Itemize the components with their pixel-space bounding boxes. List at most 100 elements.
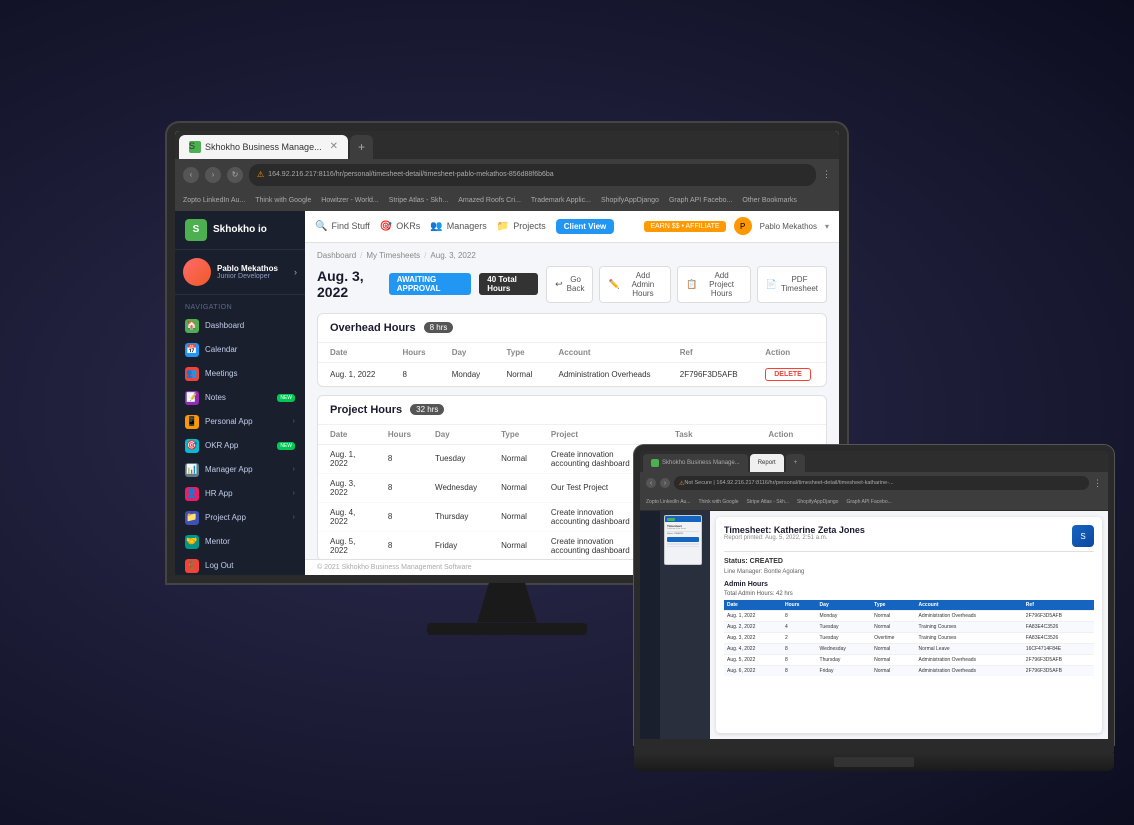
report-table: Date Hours Day Type Account Ref [724, 600, 1094, 676]
proj-row3-date: Aug. 4, 2022 [318, 502, 376, 531]
url-bar[interactable]: ⚠ 164.92.216.217:8116/hr/personal/timesh… [249, 164, 816, 186]
overhead-row1-date: Aug. 1, 2022 [318, 362, 390, 386]
proj-row2-type: Normal [489, 473, 539, 502]
project-col-project: Project [539, 425, 663, 445]
tab-close[interactable]: ✕ [330, 141, 338, 152]
projects-icon: 📁 [497, 221, 509, 232]
laptop-tab-new[interactable]: + [786, 454, 806, 472]
report-thumbnail[interactable]: Timesheet Katherine Zeta Jones Status: C… [664, 515, 702, 565]
laptop-forward-btn[interactable]: › [660, 478, 670, 488]
r6-account: Administration Overheads [916, 666, 1023, 677]
back-button[interactable]: ‹ [183, 167, 199, 183]
r3-day: Tuesday [817, 633, 872, 644]
user-profile: Pablo Mekathos Junior Developer › [175, 250, 305, 295]
sidebar-item-label-hr: HR App [205, 489, 233, 498]
laptop-tab-1[interactable]: Skhokho Business Manage... [643, 454, 748, 472]
laptop-bk-3[interactable]: Stripe Atlas - Skh... [747, 499, 790, 505]
add-admin-hours-button[interactable]: ✏️ Add Admin Hours [599, 266, 671, 303]
okrs-btn[interactable]: 🎯 OKRs [380, 221, 420, 232]
pdf-icon: 📄 [766, 279, 777, 290]
laptop-tab-1-label: Skhokho Business Manage... [662, 460, 740, 466]
proj-row3-type: Normal [489, 502, 539, 531]
projects-btn[interactable]: 📁 Projects [497, 221, 546, 232]
bookmark-6[interactable]: Trademark Applic... [531, 197, 591, 204]
browser-tab-active[interactable]: S Skhokho Business Manage... ✕ [179, 135, 348, 159]
laptop-bk-4[interactable]: ShopifyAppDjango [797, 499, 838, 505]
r3-type: Overtime [871, 633, 915, 644]
bookmark-2[interactable]: Think with Google [255, 197, 311, 204]
managers-btn[interactable]: 👥 Managers [430, 221, 486, 232]
laptop-url-bar[interactable]: ⚠ Not Secure | 164.92.216.217:8116/hr/pe… [674, 476, 1089, 490]
add-admin-label: Add Admin Hours [624, 271, 663, 298]
sidebar-item-manager-app[interactable]: 📊 Manager App › [175, 458, 305, 482]
laptop-bk-1[interactable]: Zopto LinkedIn Au... [646, 499, 690, 505]
list-item: Aug. 3, 2022 2 Tuesday Overtime Training… [724, 633, 1094, 644]
sidebar-item-label-project: Project App [205, 513, 246, 522]
project-col-hours: Hours [376, 425, 423, 445]
bookmark-3[interactable]: Howitzer - World... [321, 197, 378, 204]
earn-btn[interactable]: EARN $$ • AFFILIATE [644, 221, 725, 232]
sidebar-item-okr-app[interactable]: 🎯 OKR App NEW [175, 434, 305, 458]
report-col-type: Type [871, 600, 915, 611]
laptop-toolbar-icons: ⋮ [1093, 478, 1102, 489]
forward-button[interactable]: › [205, 167, 221, 183]
logo-text: Skhokho io [213, 224, 267, 235]
bookmark-8[interactable]: Graph API Facebo... [669, 197, 732, 204]
breadcrumb-dashboard[interactable]: Dashboard [317, 251, 356, 260]
add-project-hours-button[interactable]: 📋 Add Project Hours [677, 266, 751, 303]
r5-hours: 8 [782, 655, 817, 666]
report-col-day: Day [817, 600, 872, 611]
bookmark-7[interactable]: ShopifyAppDjango [601, 197, 659, 204]
reload-button[interactable]: ↻ [227, 167, 243, 183]
sidebar-item-hr-app[interactable]: 👤 HR App › [175, 482, 305, 506]
dashboard-icon: 🏠 [185, 319, 199, 333]
project-app-icon: 📁 [185, 511, 199, 525]
browser-tab-new[interactable]: + [350, 135, 373, 159]
overhead-delete-button[interactable]: DELETE [765, 368, 811, 381]
laptop-tab-2[interactable]: Report [750, 454, 784, 472]
report-status-text: Status: CREATED [724, 558, 783, 565]
client-view-label: Client View [556, 219, 615, 234]
laptop-screen-frame: Skhokho Business Manage... Report + ‹ › … [634, 445, 1114, 745]
r6-date: Aug. 6, 2022 [724, 666, 782, 677]
go-back-button[interactable]: ↩ Go Back [546, 266, 593, 303]
bookmark-9[interactable]: Other Bookmarks [742, 197, 796, 204]
laptop-bk-2[interactable]: Think with Google [698, 499, 738, 505]
laptop-bk-5[interactable]: Graph API Facebo... [846, 499, 891, 505]
user-dropdown-icon[interactable]: ▾ [825, 222, 829, 231]
user-role: Junior Developer [217, 273, 288, 280]
proj-row2-hours: 8 [376, 473, 423, 502]
laptop-app-content: Timesheet Katherine Zeta Jones Status: C… [640, 511, 1108, 739]
sidebar-item-project-app[interactable]: 📁 Project App › [175, 506, 305, 530]
sidebar-item-dashboard[interactable]: 🏠 Dashboard [175, 314, 305, 338]
url-text: 164.92.216.217:8116/hr/personal/timeshee… [268, 171, 554, 178]
project-title: Project Hours [330, 404, 402, 416]
project-col-day: Day [423, 425, 489, 445]
add-project-icon: 📋 [686, 279, 697, 290]
bookmark-5[interactable]: Amazed Roofs Cri... [458, 197, 521, 204]
sidebar-item-meetings[interactable]: 👥 Meetings [175, 362, 305, 386]
client-view-btn[interactable]: Client View [556, 219, 615, 234]
find-stuff-btn[interactable]: 🔍 Find Stuff [315, 221, 370, 232]
r6-ref: 2F796F3D5AFB [1023, 666, 1094, 677]
laptop-screen: Skhokho Business Manage... Report + ‹ › … [640, 451, 1108, 739]
breadcrumb-timesheets[interactable]: My Timesheets [366, 251, 420, 260]
sidebar-item-calendar[interactable]: 📅 Calendar [175, 338, 305, 362]
laptop-trackpad[interactable] [834, 757, 914, 767]
user-name-top: Pablo Mekathos [760, 222, 817, 231]
user-info: Pablo Mekathos Junior Developer [217, 264, 288, 280]
laptop: Skhokho Business Manage... Report + ‹ › … [634, 445, 1114, 805]
sidebar-item-personal-app[interactable]: 📱 Personal App › [175, 410, 305, 434]
pdf-timesheet-button[interactable]: 📄 PDF Timesheet [757, 266, 827, 303]
tab-favicon: S [189, 141, 201, 153]
bookmark-4[interactable]: Stripe Atlas - Skh... [389, 197, 449, 204]
laptop-back-btn[interactable]: ‹ [646, 478, 656, 488]
r5-date: Aug. 5, 2022 [724, 655, 782, 666]
sidebar-item-notes[interactable]: 📝 Notes NEW [175, 386, 305, 410]
overhead-row1-account: Administration Overheads [547, 362, 668, 386]
sidebar-item-mentor[interactable]: 🤝 Mentor [175, 530, 305, 554]
report-col-hours: Hours [782, 600, 817, 611]
bookmark-1[interactable]: Zopto LinkedIn Au... [183, 197, 245, 204]
sidebar-item-logout[interactable]: 🚪 Log Out [175, 554, 305, 575]
overhead-row1-ref: 2F796F3D5AFB [668, 362, 753, 386]
